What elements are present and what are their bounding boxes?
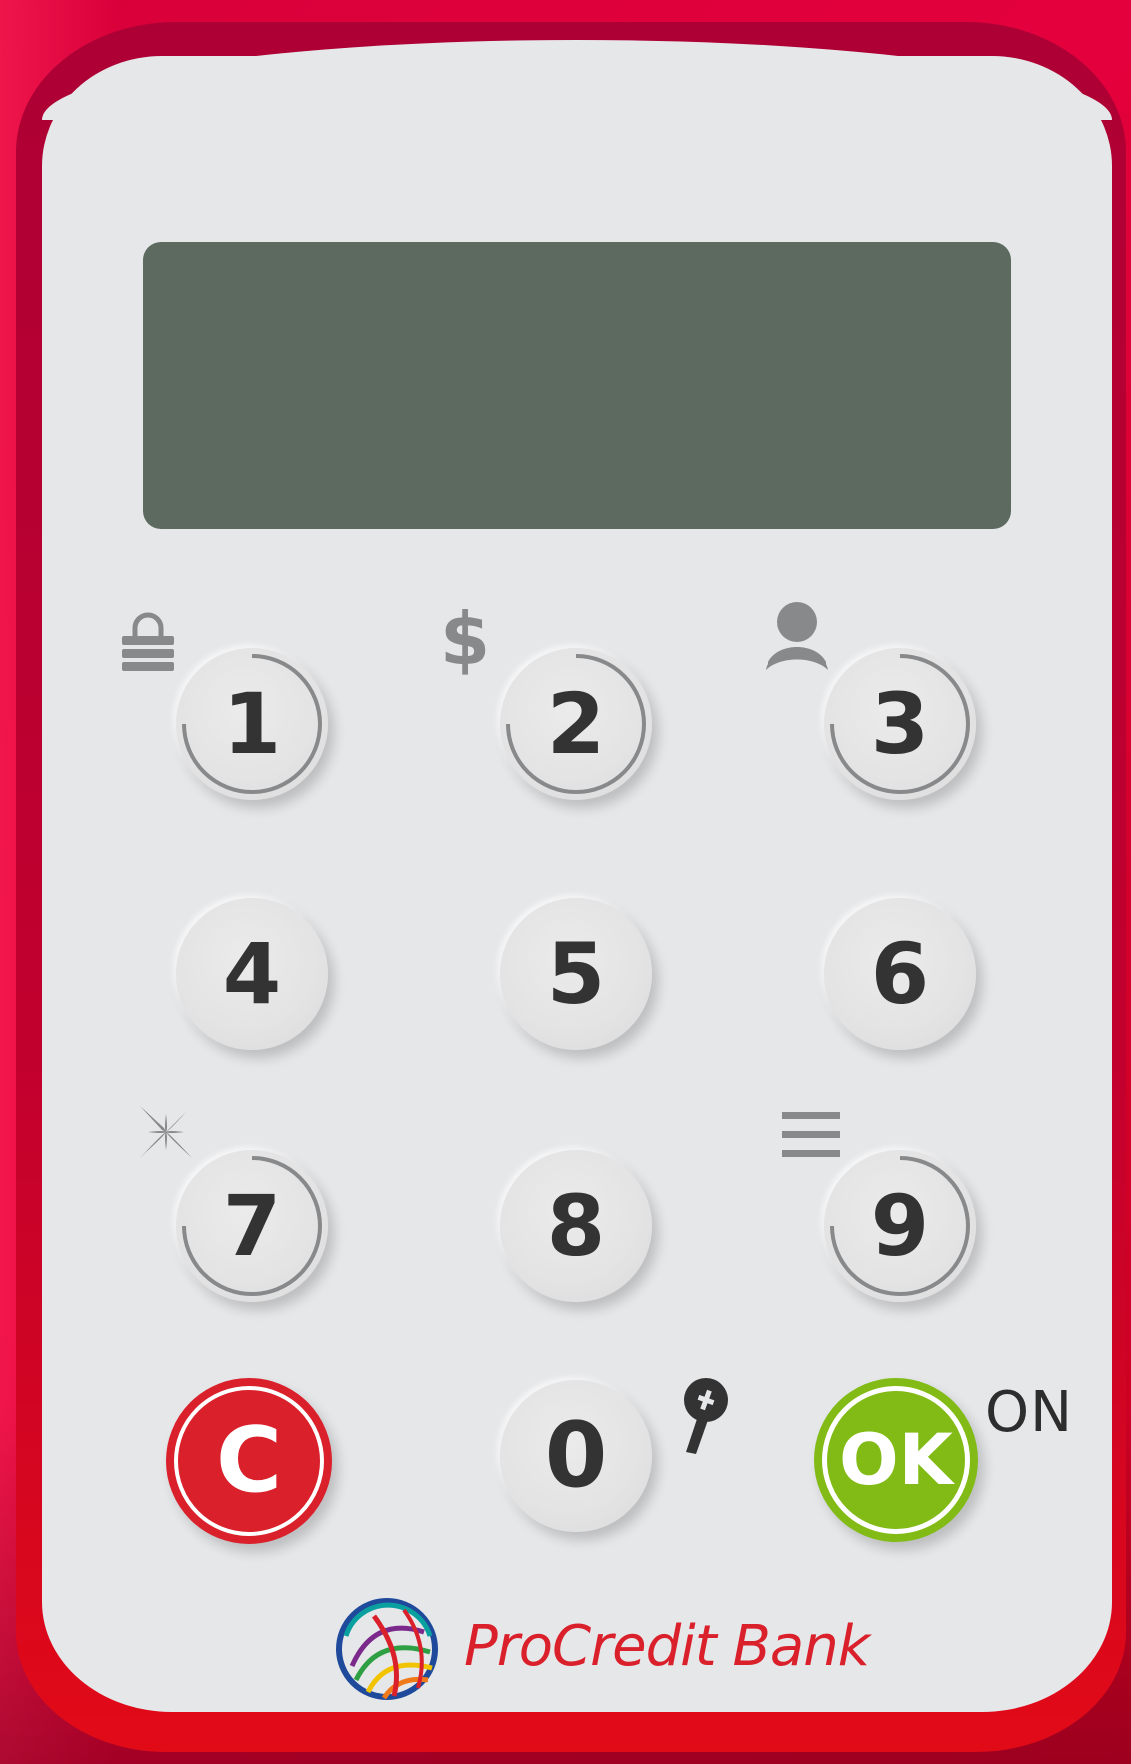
key-0-label: 0 (544, 1403, 608, 1508)
key-6[interactable]: 6 (824, 898, 976, 1050)
procredit-globe-logo (336, 1598, 438, 1700)
clear-button[interactable]: C (166, 1378, 332, 1544)
clear-button-label: C (215, 1408, 283, 1513)
key-8-label: 8 (546, 1177, 606, 1275)
key-3[interactable]: 3 (824, 648, 976, 800)
key-5-label: 5 (546, 925, 606, 1023)
power-on-label: ON (985, 1380, 1073, 1445)
key-5[interactable]: 5 (500, 898, 652, 1050)
key-7-label: 7 (222, 1177, 282, 1275)
key-0[interactable]: 0 (500, 1380, 652, 1532)
key-9[interactable]: 9 (824, 1150, 976, 1302)
ok-button[interactable]: OK (814, 1378, 978, 1542)
key-7[interactable]: 7 (176, 1150, 328, 1302)
svg-text:$: $ (440, 600, 490, 676)
key-2[interactable]: 2 (500, 648, 652, 800)
lock-icon (122, 612, 174, 671)
key-9-label: 9 (870, 1177, 930, 1275)
key-1[interactable]: 1 (176, 648, 328, 800)
key-8[interactable]: 8 (500, 1150, 652, 1302)
sparkle-icon (140, 1106, 192, 1158)
key-4-label: 4 (222, 925, 282, 1023)
key-3-label: 3 (870, 675, 930, 773)
ok-button-label: OK (839, 1419, 953, 1501)
key-4[interactable]: 4 (176, 898, 328, 1050)
key-icon (684, 1378, 728, 1454)
user-icon (766, 602, 828, 670)
brand-name: ProCredit Bank (464, 1614, 870, 1679)
display-screen (143, 242, 1011, 529)
brand-logo: ProCredit Bank (332, 1594, 870, 1704)
dollar-icon: $ (440, 600, 490, 676)
key-6-label: 6 (870, 925, 930, 1023)
menu-icon (782, 1112, 840, 1157)
key-1-label: 1 (222, 675, 282, 773)
key-2-label: 2 (546, 675, 606, 773)
